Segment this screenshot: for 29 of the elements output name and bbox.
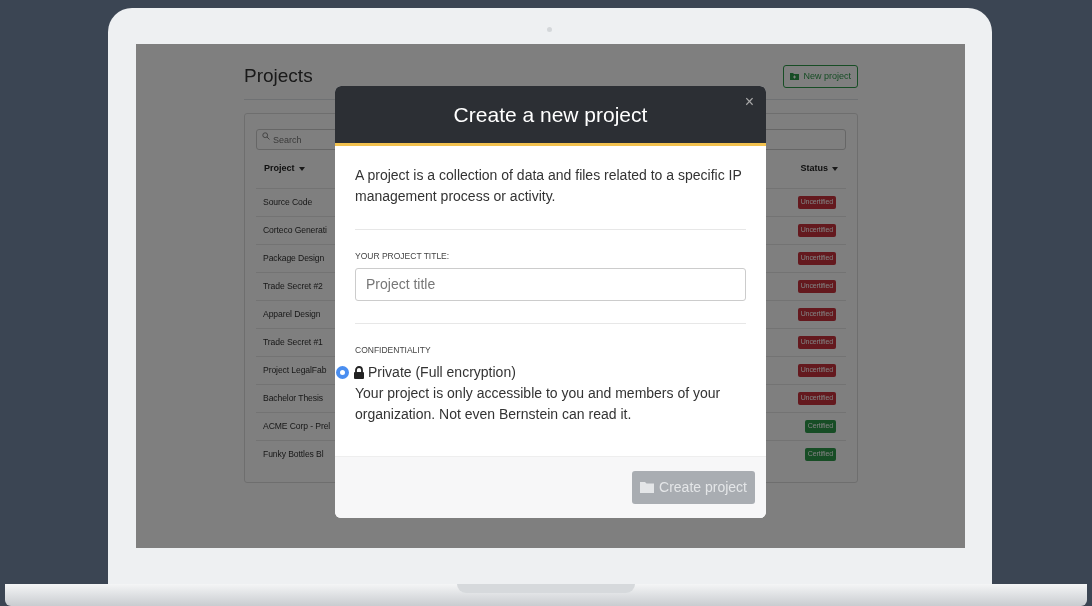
section-label: CONFIDENTIALITY <box>355 343 432 357</box>
caret-icon <box>832 167 838 171</box>
column-header[interactable]: Project <box>264 162 305 176</box>
project-name[interactable]: Corteco Generati <box>263 224 327 237</box>
project-name[interactable]: Source Code <box>263 196 313 209</box>
folder-plus-icon <box>790 72 800 80</box>
project-name[interactable]: Apparel Design <box>263 308 321 321</box>
camera-dot <box>547 27 552 32</box>
new-project-button[interactable]: New project <box>783 64 858 88</box>
close-button[interactable]: × <box>742 92 756 112</box>
radio-button[interactable] <box>336 365 349 379</box>
project-name[interactable]: Package Design <box>263 252 325 265</box>
column-header[interactable]: Status <box>800 162 838 176</box>
project-name[interactable]: Bachelor Thesis <box>263 392 323 405</box>
caret-icon <box>298 167 305 171</box>
page-title: Projects <box>244 64 313 88</box>
option-label[interactable]: Private (Full encryption) <box>368 361 516 383</box>
lock-icon <box>353 365 365 379</box>
project-name[interactable]: Trade Secret #1 <box>263 336 323 349</box>
modal-title: Create a new project <box>453 101 648 128</box>
option-description: Your project is only accessible to you and members of your organization. Not even Bernstein can read it. <box>355 383 722 424</box>
folder-icon <box>640 482 655 493</box>
project-title-input[interactable]: Project title <box>355 267 746 301</box>
intro-text: A project is a collection of data and files related to a specific IP management process or activity. <box>355 166 743 206</box>
project-name[interactable]: Trade Secret #2 <box>263 280 323 293</box>
field-label: YOUR PROJECT TITLE: <box>355 250 451 263</box>
project-name[interactable]: ACME Corp - Prel <box>263 420 331 433</box>
project-name[interactable]: Funky Bottles Bl <box>263 448 324 461</box>
project-name[interactable]: Project LegalFab <box>263 364 327 377</box>
